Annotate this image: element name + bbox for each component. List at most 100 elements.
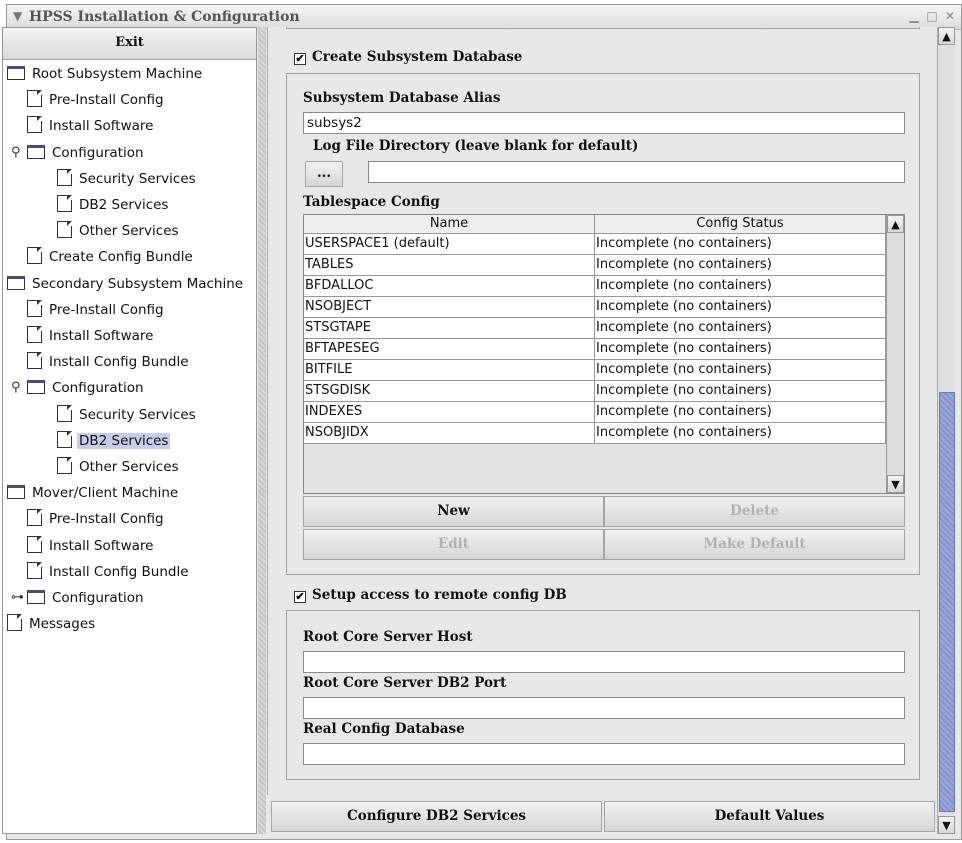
window-menu-icon[interactable]: ▼ — [13, 9, 22, 23]
navigation-tree-panel: Exit Root Subsystem Machine Pre-Install C… — [2, 27, 257, 834]
tree-item-security-services[interactable]: Security Services — [57, 168, 198, 190]
tree-item-label: Create Config Bundle — [49, 249, 193, 266]
document-icon — [57, 195, 72, 212]
tree-item-messages[interactable]: Messages — [7, 613, 97, 635]
folder-icon — [7, 275, 25, 290]
configure-db2-services-button[interactable]: Configure DB2 Services — [271, 801, 602, 832]
table-body: USERSPACE1 (default) Incomplete (no conta… — [304, 234, 886, 444]
tree-item-mover-client-machine[interactable]: Mover/Client Machine — [7, 482, 180, 504]
table-row[interactable]: INDEXES Incomplete (no containers) — [304, 402, 886, 423]
alias-label: Subsystem Database Alias — [303, 90, 501, 106]
tablespace-name-cell: BFDALLOC — [304, 276, 595, 296]
document-icon — [57, 168, 72, 186]
tree-item-install-software[interactable]: Install Software — [27, 115, 155, 137]
tree-item-configuration[interactable]: ⚲ Configuration — [11, 377, 146, 399]
tree-collapsed-handle-icon[interactable]: ⊶ — [11, 587, 24, 609]
root-port-field[interactable] — [303, 697, 905, 719]
new-button[interactable]: New — [303, 496, 604, 527]
tree-item-root-subsystem-machine[interactable]: Root Subsystem Machine — [7, 63, 204, 85]
tree-item-pre-install-config[interactable]: Pre-Install Config — [27, 508, 166, 530]
config-status-cell: Incomplete (no containers) — [595, 234, 886, 254]
checkbox-check-icon[interactable]: ✔ — [294, 53, 306, 65]
tree-item-pre-install-config[interactable]: Pre-Install Config — [27, 89, 166, 111]
tree-item-pre-install-config[interactable]: Pre-Install Config — [27, 299, 166, 321]
scrollbar-thumb[interactable] — [939, 392, 955, 812]
document-icon — [57, 404, 72, 422]
root-host-field[interactable] — [303, 651, 905, 673]
tree-item-label: Security Services — [79, 406, 196, 423]
table-row[interactable]: STSGDISK Incomplete (no containers) — [304, 381, 886, 402]
tree-item-install-software[interactable]: Install Software — [27, 535, 155, 557]
scroll-up-arrow-icon[interactable]: ▲ — [887, 215, 904, 233]
create-db-checkbox-label: Create Subsystem Database — [312, 49, 523, 65]
scroll-down-arrow-icon[interactable]: ▼ — [887, 475, 904, 493]
real-db-label: Real Config Database — [303, 721, 465, 737]
log-dir-field[interactable] — [368, 161, 905, 183]
document-icon — [57, 457, 72, 474]
edit-button[interactable]: Edit — [303, 529, 604, 560]
scroll-down-arrow-icon[interactable]: ▼ — [938, 816, 955, 834]
tree-item-create-config-bundle[interactable]: Create Config Bundle — [27, 246, 195, 268]
scroll-up-arrow-icon[interactable]: ▲ — [938, 27, 955, 45]
tree-item-label: Install Software — [49, 118, 154, 135]
tree-item-install-config-bundle[interactable]: Install Config Bundle — [27, 351, 191, 373]
table-row[interactable]: STSGTAPE Incomplete (no containers) — [304, 318, 886, 339]
table-row[interactable]: NSOBJECT Incomplete (no containers) — [304, 297, 886, 318]
tree-expanded-handle-icon[interactable]: ⚲ — [11, 377, 21, 399]
column-header-name[interactable]: Name — [304, 215, 595, 233]
maximize-button[interactable]: □ — [925, 9, 939, 23]
delete-button[interactable]: Delete — [604, 496, 905, 527]
tree-item-label: Install Software — [49, 537, 154, 554]
tree-item-other-services[interactable]: Other Services — [57, 456, 181, 478]
create-db-checkbox[interactable]: ✔ Create Subsystem Database — [294, 49, 522, 65]
tree-expanded-handle-icon[interactable]: ⚲ — [11, 142, 21, 164]
tree-item-configuration[interactable]: ⚲ Configuration — [11, 142, 146, 164]
log-dir-browse-button[interactable]: ... — [305, 161, 343, 187]
tree-item-label: Configuration — [52, 380, 144, 397]
tablespace-table: Name Config Status USERSPACE1 (default) I… — [303, 214, 905, 494]
table-row[interactable]: BITFILE Incomplete (no containers) — [304, 360, 886, 381]
table-row[interactable]: NSOBJIDX Incomplete (no containers) — [304, 423, 886, 444]
window-title: HPSS Installation & Configuration — [29, 9, 300, 25]
document-icon — [27, 561, 42, 579]
document-icon — [57, 221, 72, 239]
exit-button[interactable]: Exit — [3, 28, 256, 60]
tree-item-security-services[interactable]: Security Services — [57, 404, 198, 426]
table-row[interactable]: USERSPACE1 (default) Incomplete (no conta… — [304, 234, 886, 255]
checkbox-check-icon[interactable]: ✔ — [294, 591, 306, 603]
config-status-cell: Incomplete (no containers) — [595, 423, 886, 443]
top-panel-edge — [286, 27, 920, 29]
main-scrollbar[interactable]: ▲ ▼ — [937, 27, 955, 834]
tree-item-db2-services[interactable]: DB2 Services — [57, 194, 170, 216]
tree-item-label: Install Config Bundle — [49, 354, 189, 371]
default-values-button[interactable]: Default Values — [604, 801, 935, 832]
tree-item-label: Configuration — [52, 144, 144, 161]
column-header-config-status[interactable]: Config Status — [595, 215, 886, 233]
table-row[interactable]: BFTAPESEG Incomplete (no containers) — [304, 339, 886, 360]
tree-item-install-software[interactable]: Install Software — [27, 325, 155, 347]
tree-item-secondary-subsystem-machine[interactable]: Secondary Subsystem Machine — [7, 273, 245, 295]
make-default-button[interactable]: Make Default — [604, 529, 905, 560]
document-icon — [27, 299, 42, 317]
table-row[interactable]: BFDALLOC Incomplete (no containers) — [304, 276, 886, 297]
tree-item-install-config-bundle[interactable]: Install Config Bundle — [27, 561, 191, 583]
config-status-cell: Incomplete (no containers) — [595, 339, 886, 359]
table-scrollbar[interactable]: ▲ ▼ — [886, 215, 904, 493]
real-db-field[interactable] — [303, 743, 905, 765]
tree-item-label: Pre-Install Config — [49, 92, 164, 109]
remote-config-checkbox[interactable]: ✔ Setup access to remote config DB — [294, 587, 567, 603]
table-row[interactable]: TABLES Incomplete (no containers) — [304, 255, 886, 276]
tree-item-configuration[interactable]: ⊶ Configuration — [11, 587, 146, 609]
close-button[interactable]: ✕ — [943, 9, 957, 23]
tree-item-db2-services[interactable]: DB2 Services — [57, 430, 171, 452]
alias-field[interactable]: subsys2 — [303, 112, 905, 134]
minimize-button[interactable]: ▁ — [907, 9, 921, 23]
split-pane-divider[interactable] — [258, 27, 266, 834]
subsystem-database-panel: Subsystem Database Alias subsys2 Log Fil… — [286, 73, 920, 575]
folder-icon — [7, 485, 25, 500]
tablespace-name-cell: INDEXES — [304, 402, 595, 422]
tree-item-other-services[interactable]: Other Services — [57, 220, 181, 242]
tablespace-name-cell: BITFILE — [304, 360, 595, 380]
tablespace-name-cell: TABLES — [304, 255, 595, 275]
tree-item-label: Pre-Install Config — [49, 301, 164, 318]
